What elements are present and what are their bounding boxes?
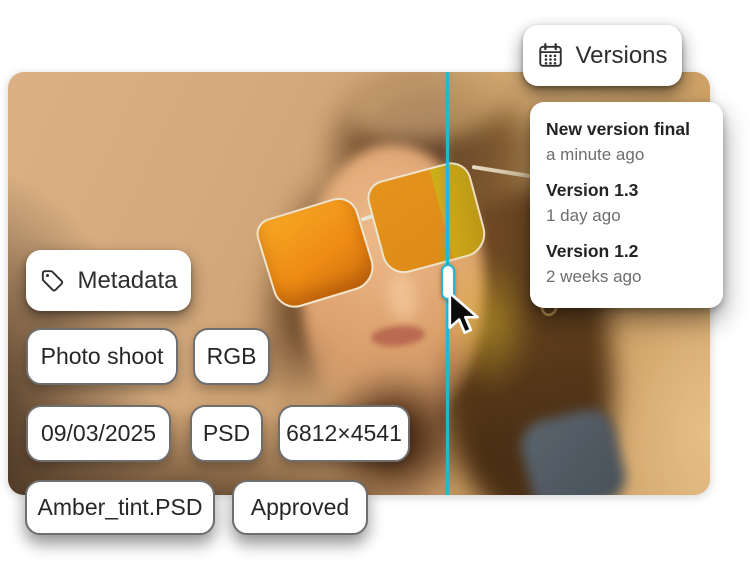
metadata-button[interactable]: Metadata: [26, 250, 191, 311]
chip-label: PSD: [203, 420, 250, 447]
chip-file-format[interactable]: PSD: [190, 405, 263, 462]
version-item[interactable]: New version final a minute ago: [546, 117, 707, 167]
versions-panel: New version final a minute ago Version 1…: [530, 102, 723, 308]
chip-photo-shoot[interactable]: Photo shoot: [26, 328, 178, 385]
versions-button[interactable]: Versions: [523, 25, 682, 86]
chip-label: RGB: [207, 343, 257, 370]
chip-label: Approved: [251, 494, 349, 521]
version-item[interactable]: Version 1.3 1 day ago: [546, 178, 707, 228]
version-time: 1 day ago: [546, 203, 707, 228]
metadata-button-label: Metadata: [77, 267, 177, 295]
versions-button-label: Versions: [575, 42, 667, 70]
version-time: a minute ago: [546, 142, 707, 167]
version-name: Version 1.3: [546, 178, 707, 203]
version-name: Version 1.2: [546, 239, 707, 264]
chip-label: 09/03/2025: [41, 420, 156, 447]
asset-preview-screen: Versions New version final a minute ago …: [0, 0, 750, 563]
version-item[interactable]: Version 1.2 2 weeks ago: [546, 239, 707, 289]
chip-label: 6812×4541: [286, 420, 402, 447]
version-name: New version final: [546, 117, 707, 142]
calendar-icon: [537, 42, 564, 69]
version-time: 2 weeks ago: [546, 264, 707, 289]
chip-approved-status[interactable]: Approved: [232, 480, 368, 535]
chip-rgb[interactable]: RGB: [193, 328, 270, 385]
cursor-pointer-icon: [446, 291, 484, 337]
tag-icon: [39, 267, 66, 294]
chip-date[interactable]: 09/03/2025: [26, 405, 171, 462]
chip-dimensions[interactable]: 6812×4541: [278, 405, 410, 462]
chip-label: Amber_tint.PSD: [38, 494, 203, 521]
chip-filename[interactable]: Amber_tint.PSD: [25, 480, 215, 535]
chip-label: Photo shoot: [41, 343, 164, 370]
